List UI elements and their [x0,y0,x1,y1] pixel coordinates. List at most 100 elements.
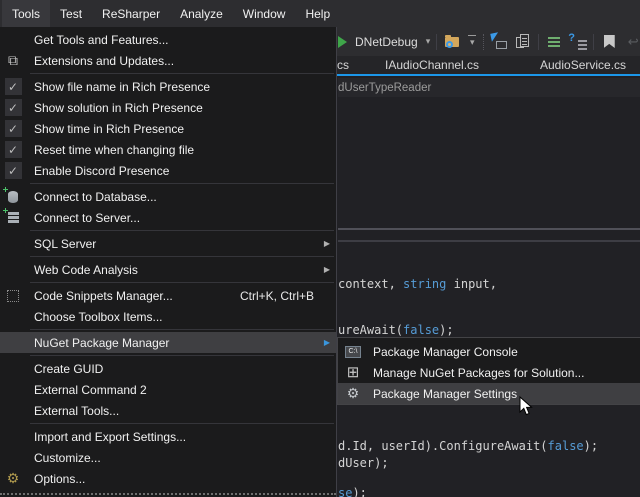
editor-splitter-line [338,228,640,230]
menu-separator [30,355,334,356]
menu-item-create-guid[interactable]: Create GUID [0,358,336,379]
indent-lines-icon[interactable] [545,33,563,51]
menu-item-label: SQL Server [26,237,318,251]
menu-item-sql-server[interactable]: SQL Server ▶ [0,233,336,254]
toolbar-separator-dotted [483,34,484,50]
menu-item-import-export-settings[interactable]: Import and Export Settings... [0,426,336,447]
extensions-glyph: ⧉ [8,52,18,69]
nav-box-shape [496,41,507,49]
document-tab-strip: cs IAudioChannel.cs AudioService.cs [330,56,640,76]
code-line: dUser); [338,456,389,470]
code-text: dUser); [338,456,389,470]
code-line: se); [338,486,367,497]
check-slot: ✓ [0,78,26,95]
tab-iaudiochannel[interactable]: IAudioChannel.cs [385,56,479,74]
menu-item-reset-time[interactable]: ✓ Reset time when changing file [0,139,336,160]
menu-separator [30,329,334,330]
menu-item-label: Get Tools and Features... [26,33,330,47]
help-lines-icon[interactable]: ? [569,33,587,51]
menu-help[interactable]: Help [295,0,340,27]
copy-line [522,41,527,42]
submenu-arrow-icon: ▶ [318,239,330,248]
code-keyword: string [403,277,446,291]
gear-icon: ⚙ [338,385,368,402]
nuget-submenu: C:\ Package Manager Console ⊞ Manage NuG… [337,337,640,405]
code-keyword: se [338,486,352,497]
code-editor[interactable] [338,97,640,497]
code-keyword: false [403,323,439,337]
breadcrumb[interactable]: dUserTypeReader [338,78,640,97]
run-config-dropdown-icon[interactable]: ▾ [426,36,431,47]
find-dropdown-icon[interactable]: ▾ [467,35,477,48]
gear-icon: ⚙ [0,470,26,487]
submenu-item-manage-nuget-packages[interactable]: ⊞ Manage NuGet Packages for Solution... [338,362,640,383]
menu-tools[interactable]: Tools [2,0,50,27]
menu-item-label: Enable Discord Presence [26,164,330,178]
dropdown-chevron: ▾ [470,37,475,48]
menu-item-label: Connect to Database... [26,190,330,204]
submenu-arrow-icon: ▶ [318,338,330,347]
run-configuration[interactable]: DNetDebug [353,35,420,49]
menu-item-web-code-analysis[interactable]: Web Code Analysis ▶ [0,259,336,280]
menu-item-external-command-2[interactable]: External Command 2 [0,379,336,400]
menu-item-label: Options... [26,472,330,486]
menu-analyze[interactable]: Analyze [170,0,233,27]
menu-item-label: Import and Export Settings... [26,430,330,444]
submenu-item-package-manager-settings[interactable]: ⚙ Package Manager Settings [338,383,640,404]
menu-item-enable-discord-presence[interactable]: ✓ Enable Discord Presence [0,160,336,181]
editor-splitter-line [338,240,640,242]
check-slot: ✓ [0,120,26,137]
folder-shape [445,37,459,47]
menu-item-customize[interactable]: Customize... [0,447,336,468]
code-line: ureAwait(false); [338,323,454,337]
tab-audioservice[interactable]: AudioService.cs [540,56,626,74]
submenu-arrow-icon: ▶ [318,265,330,274]
find-in-files-icon[interactable] [443,33,461,51]
bookmark-shape [604,35,615,48]
menu-item-extensions-and-updates[interactable]: ⧉ Extensions and Updates... [0,50,336,71]
menu-item-show-file-name[interactable]: ✓ Show file name in Rich Presence [0,76,336,97]
menu-item-code-snippets-manager[interactable]: Code Snippets Manager... Ctrl+K, Ctrl+B [0,285,336,306]
menu-test[interactable]: Test [50,0,92,27]
menu-item-get-tools-and-features[interactable]: Get Tools and Features... [0,29,336,50]
copy-lines-icon[interactable] [514,33,532,51]
green-bars-shape [548,37,560,47]
extensions-icon: ⧉ [0,52,26,69]
plus-badge [3,208,8,213]
start-debug-icon[interactable] [338,36,347,48]
navigate-to-icon[interactable] [490,33,508,51]
menu-window[interactable]: Window [233,0,296,27]
menu-separator [30,230,334,231]
menu-item-label: Extensions and Updates... [26,54,330,68]
menu-item-label: Web Code Analysis [26,263,318,277]
menu-item-label: Show file name in Rich Presence [26,80,330,94]
menu-resharper[interactable]: ReSharper [92,0,170,27]
menu-item-label: Create GUID [26,362,330,376]
menu-item-connect-to-server[interactable]: Connect to Server... [0,207,336,228]
menu-item-label: External Command 2 [26,383,330,397]
menu-separator [30,282,334,283]
menu-item-label: Customize... [26,451,330,465]
menu-item-show-time[interactable]: ✓ Show time in Rich Presence [0,118,336,139]
submenu-item-package-manager-console[interactable]: C:\ Package Manager Console [338,341,640,362]
menu-item-show-solution[interactable]: ✓ Show solution in Rich Presence [0,97,336,118]
menu-item-options[interactable]: ⚙ Options... [0,468,336,489]
code-text: ); [352,486,366,497]
toolbar-separator [593,34,594,50]
menu-item-external-tools[interactable]: External Tools... [0,400,336,421]
code-line: context, string input, [338,277,497,291]
bookmark-icon[interactable] [600,33,618,51]
checkmark-icon: ✓ [5,78,22,95]
package-icon: ⊞ [338,365,368,380]
dropdown-bar [468,35,476,36]
checkmark-icon: ✓ [5,162,22,179]
tab-partial[interactable]: cs [337,56,349,74]
database-shape [8,191,18,203]
menu-separator [30,183,334,184]
menu-item-choose-toolbox-items[interactable]: Choose Toolbox Items... [0,306,336,327]
vs-ide-window: DNetDebug ▾ ▾ ? [0,0,640,497]
snippets-icon [0,290,26,302]
snippets-shape [7,290,19,302]
menu-item-nuget-package-manager[interactable]: NuGet Package Manager ▶ [0,332,336,353]
menu-item-connect-to-database[interactable]: Connect to Database... [0,186,336,207]
